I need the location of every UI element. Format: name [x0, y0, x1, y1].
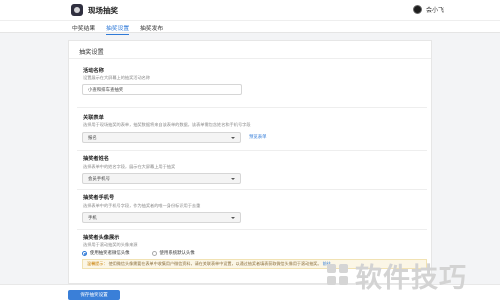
- radio-checked-icon[interactable]: [82, 250, 87, 256]
- radio-wechat-avatar[interactable]: 使用抽奖者微信头像: [82, 250, 130, 256]
- avatar[interactable]: [412, 5, 422, 14]
- winner-name-label: 抽奖者姓名: [83, 156, 109, 162]
- user-name[interactable]: 会小飞: [426, 5, 444, 14]
- divider: [77, 150, 427, 151]
- tip-heading: 温馨提示：: [87, 261, 108, 266]
- chevron-down-icon: [231, 177, 235, 180]
- activity-name-input[interactable]: 小查和排车查抽奖: [82, 84, 242, 95]
- user-menu[interactable]: 会小飞: [412, 5, 444, 14]
- winner-name-value: 会员手机号: [88, 176, 110, 181]
- panel-title: 抽奖设置: [79, 49, 104, 56]
- avatar-source-radio-group: 使用抽奖者微信头像 使用系统默认头像: [82, 250, 217, 256]
- tab-settings[interactable]: 抽奖设置: [106, 23, 130, 35]
- app-logo-icon: [71, 4, 83, 16]
- winner-name-desc: 选择表单中的姓名字段，展示在大屏幕上用于抽奖: [83, 164, 176, 169]
- save-settings-button[interactable]: 保存抽奖设置: [68, 290, 120, 300]
- app-title: 现场抽奖: [88, 6, 118, 15]
- divider: [77, 189, 427, 190]
- linked-form-value: 报名: [88, 135, 97, 140]
- tab-publish[interactable]: 抽奖发布: [140, 23, 163, 34]
- tab-results[interactable]: 中奖结果: [72, 23, 95, 34]
- avatar-display-label: 抽奖者头像展示: [83, 235, 120, 241]
- radio-default-avatar[interactable]: 使用系统默认头像: [151, 250, 195, 256]
- radio-unchecked-icon[interactable]: [151, 250, 157, 256]
- winner-phone-label: 抽奖者手机号: [83, 195, 115, 201]
- linked-form-select[interactable]: 报名: [82, 132, 241, 143]
- divider: [77, 107, 427, 108]
- winner-name-select[interactable]: 会员手机号: [82, 173, 241, 184]
- top-bar: 现场抽奖 会小飞: [0, 0, 500, 20]
- avatar-display-desc: 选择用于滚动抽奖的头像来源: [83, 242, 138, 247]
- chevron-down-icon: [231, 136, 235, 139]
- divider: [69, 58, 431, 59]
- settings-panel: 抽奖设置 活动名称 设置展示在大屏幕上的抽奖活动名称 小查和排车查抽奖 关联表单…: [68, 40, 432, 284]
- linked-form-label: 关联表单: [83, 115, 104, 121]
- activity-name-desc: 设置展示在大屏幕上的抽奖活动名称: [83, 75, 151, 80]
- activity-name-label: 活动名称: [83, 68, 104, 74]
- tab-bar: 中奖结果 抽奖设置 抽奖发布: [0, 20, 500, 35]
- chevron-down-icon: [231, 216, 235, 219]
- watermark: 软件技巧: [325, 255, 497, 295]
- divider: [77, 229, 427, 230]
- watermark-logo-icon: [325, 262, 351, 288]
- radio-label: 使用系统默认头像: [159, 250, 195, 255]
- preview-form-link[interactable]: 预览表单: [249, 134, 267, 140]
- linked-form-desc: 选择用于现场抽奖的表单，抽奖数据将来自该表单的数据，该表单需包含姓名和手机号字段: [83, 122, 251, 127]
- watermark-text: 软件技巧: [355, 262, 467, 294]
- winner-phone-select[interactable]: 手机: [82, 212, 241, 223]
- winner-phone-value: 手机: [88, 215, 97, 220]
- tip-body: 使用微信头像需要在表单中收集用户微信资料，请在关联表单中设置，以通过抽奖者填表获…: [108, 261, 322, 266]
- radio-label: 使用抽奖者微信头像: [90, 250, 130, 255]
- winner-phone-desc: 选择表单中的手机号字段，作为抽奖者的唯一身份标识用于去重: [83, 203, 201, 208]
